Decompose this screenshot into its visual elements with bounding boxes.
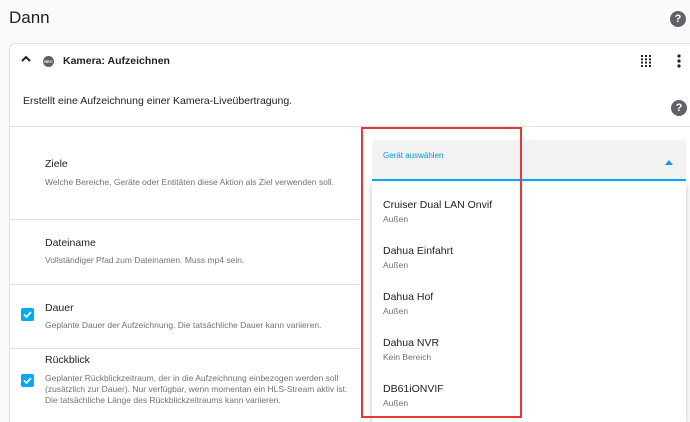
card-description: Erstellt eine Aufzeichnung einer Kamera-… — [23, 95, 293, 107]
divider — [10, 219, 360, 220]
divider — [10, 348, 360, 349]
highlight-box — [361, 127, 522, 418]
checkbox-rueckblick[interactable] — [21, 374, 34, 387]
field-desc-dateiname: Vollständiger Pfad zum Dateinamen. Muss … — [45, 255, 245, 265]
card-header[interactable]: REC Kamera: Aufzeichnen — [10, 44, 690, 78]
field-desc-rueckblick-2: (zusätzlich zur Dauer). Nur verfügbar, w… — [45, 384, 348, 394]
more-vert-icon[interactable] — [677, 54, 681, 68]
field-desc-ziele: Welche Bereiche, Geräte oder Entitäten d… — [45, 177, 334, 187]
page-header: Dann ? — [0, 0, 690, 40]
field-name-dateiname: Dateiname — [45, 237, 96, 249]
card-title: Kamera: Aufzeichnen — [63, 55, 170, 67]
caret-up-icon[interactable] — [665, 160, 673, 165]
divider — [10, 284, 360, 285]
field-desc-rueckblick-1: Geplanter Rückblickzeitraum, der in die … — [45, 373, 339, 383]
field-name-rueckblick: Rückblick — [45, 354, 90, 366]
rec-icon: REC — [43, 56, 54, 67]
grid-dots-icon[interactable] — [641, 55, 651, 67]
checkbox-dauer[interactable] — [21, 308, 34, 321]
field-desc-rueckblick-3: Die tatsächliche Länge des Rückblickzeit… — [45, 395, 281, 405]
field-name-ziele: Ziele — [45, 158, 68, 170]
divider — [10, 126, 690, 127]
check-icon — [23, 377, 32, 385]
help-icon[interactable]: ? — [671, 100, 687, 116]
page-title: Dann — [9, 8, 50, 27]
field-name-dauer: Dauer — [45, 302, 74, 314]
field-desc-dauer: Geplante Dauer der Aufzeichnung. Die tat… — [45, 320, 322, 330]
check-icon — [23, 311, 32, 319]
help-icon[interactable]: ? — [670, 11, 686, 27]
chevron-up-icon[interactable] — [20, 53, 32, 65]
